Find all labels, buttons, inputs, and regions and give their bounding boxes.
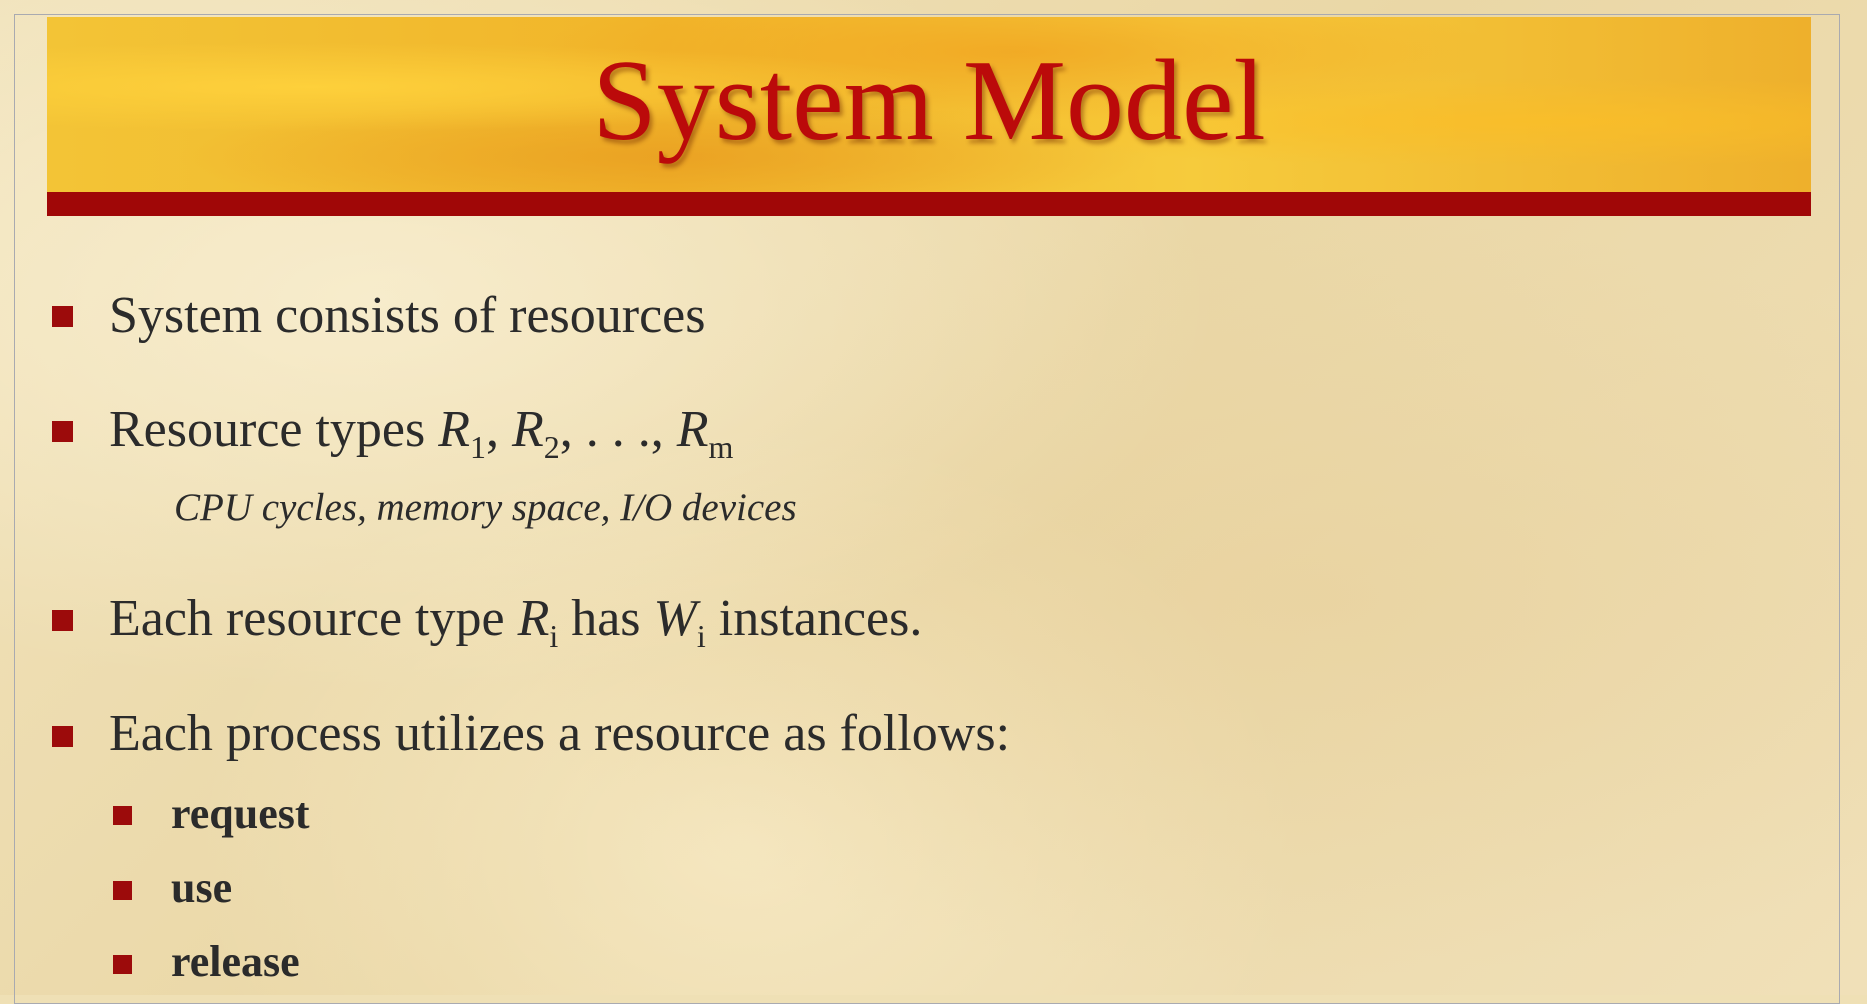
bullet-text-resources: System consists of resources — [109, 287, 706, 344]
resource-types-prefix: Resource types — [109, 401, 439, 458]
bullet-square-icon — [52, 421, 73, 442]
bullet-text-resource-types: Resource types R1, R2, . . ., Rm — [109, 400, 733, 465]
step-release: release — [171, 937, 300, 986]
resource-subscript: m — [708, 429, 734, 465]
instances-prefix: Each resource type — [109, 590, 518, 647]
sub-bullet-square-icon — [113, 806, 132, 825]
resource-subscript: 2 — [543, 429, 560, 465]
step-use: use — [171, 863, 233, 912]
sub-bullet-square-icon — [113, 955, 132, 974]
resource-symbol: R — [438, 401, 471, 458]
resource-symbol: R — [676, 401, 709, 458]
resource-subscript: 1 — [470, 429, 487, 465]
instances-mid: has — [558, 590, 654, 647]
title-banner-underline — [47, 192, 1811, 216]
instance-subscript: i — [696, 618, 706, 654]
resource-subscript: i — [549, 618, 559, 654]
bullet-square-icon — [52, 306, 73, 327]
resource-types-examples: CPU cycles, memory space, I/O devices — [174, 486, 797, 529]
instances-suffix: instances. — [705, 590, 923, 647]
resource-separator: , — [486, 401, 513, 458]
bullet-square-icon — [52, 610, 73, 631]
slide-title: System Model — [592, 37, 1266, 165]
resource-symbol: R — [512, 401, 544, 458]
sub-bullet-square-icon — [113, 881, 132, 900]
resource-separator: , . . ., — [559, 401, 677, 458]
bullet-square-icon — [52, 726, 73, 747]
resource-symbol: R — [517, 590, 550, 647]
slide-background: System Model System consists of resource… — [0, 0, 1867, 1004]
step-request: request — [171, 789, 310, 838]
instance-symbol: W — [653, 590, 697, 647]
bullet-text-process-usage: Each process utilizes a resource as foll… — [109, 705, 1011, 762]
bullet-text-instances: Each resource type Ri has Wi instances. — [109, 589, 922, 654]
